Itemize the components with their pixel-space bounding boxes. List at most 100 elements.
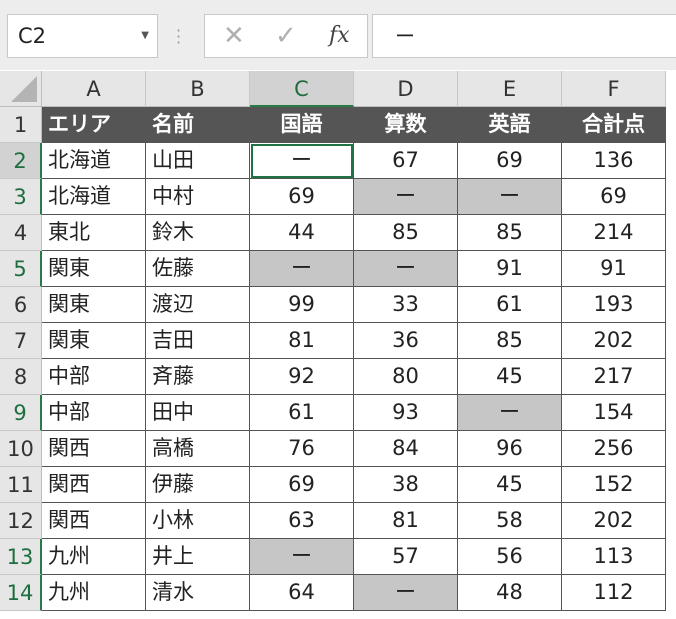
table-cell[interactable]: ー xyxy=(250,143,354,179)
row-header-10[interactable]: 10 xyxy=(0,431,42,467)
name-box[interactable]: C2 ▼ xyxy=(7,14,158,58)
table-cell[interactable]: 56 xyxy=(458,539,562,575)
table-cell[interactable]: 202 xyxy=(562,323,666,359)
row-header-7[interactable]: 7 xyxy=(0,323,42,359)
row-header-8[interactable]: 8 xyxy=(0,359,42,395)
column-header-b[interactable]: B xyxy=(146,71,250,107)
table-cell[interactable]: 吉田 xyxy=(146,323,250,359)
table-header-cell[interactable]: エリア xyxy=(42,107,146,143)
formula-input[interactable]: ー xyxy=(372,14,676,58)
table-cell[interactable]: 九州 xyxy=(42,539,146,575)
table-cell[interactable]: ー xyxy=(458,179,562,215)
row-header-5[interactable]: 5 xyxy=(0,251,42,287)
table-cell[interactable]: 渡辺 xyxy=(146,287,250,323)
row-header-11[interactable]: 11 xyxy=(0,467,42,503)
table-cell[interactable]: 69 xyxy=(458,143,562,179)
table-cell[interactable]: 91 xyxy=(458,251,562,287)
table-cell[interactable]: ー xyxy=(250,539,354,575)
table-cell[interactable]: 57 xyxy=(354,539,458,575)
select-all-button[interactable] xyxy=(0,71,42,107)
table-cell[interactable]: 45 xyxy=(458,359,562,395)
table-cell[interactable]: 92 xyxy=(250,359,354,395)
table-cell[interactable]: 伊藤 xyxy=(146,467,250,503)
table-header-cell[interactable]: 国語 xyxy=(250,107,354,143)
table-cell[interactable]: 44 xyxy=(250,215,354,251)
table-cell[interactable]: 85 xyxy=(458,323,562,359)
table-cell[interactable]: 154 xyxy=(562,395,666,431)
table-cell[interactable]: 関東 xyxy=(42,287,146,323)
table-cell[interactable]: 関西 xyxy=(42,503,146,539)
table-cell[interactable]: 48 xyxy=(458,575,562,611)
table-cell[interactable]: 81 xyxy=(250,323,354,359)
table-cell[interactable]: 113 xyxy=(562,539,666,575)
table-cell[interactable]: 中部 xyxy=(42,395,146,431)
chevron-down-icon[interactable]: ▼ xyxy=(141,15,149,57)
table-cell[interactable]: 136 xyxy=(562,143,666,179)
table-cell[interactable]: 関東 xyxy=(42,323,146,359)
table-cell[interactable]: 33 xyxy=(354,287,458,323)
table-cell[interactable]: 45 xyxy=(458,467,562,503)
table-header-cell[interactable]: 合計点 xyxy=(562,107,666,143)
table-cell[interactable]: 井上 xyxy=(146,539,250,575)
table-cell[interactable]: 鈴木 xyxy=(146,215,250,251)
column-header-f[interactable]: F xyxy=(562,71,666,107)
table-cell[interactable]: 69 xyxy=(562,179,666,215)
table-cell[interactable]: 中村 xyxy=(146,179,250,215)
table-cell[interactable]: 69 xyxy=(250,467,354,503)
table-cell[interactable]: 高橋 xyxy=(146,431,250,467)
table-cell[interactable]: 佐藤 xyxy=(146,251,250,287)
table-cell[interactable]: 山田 xyxy=(146,143,250,179)
table-cell[interactable]: ー xyxy=(250,251,354,287)
table-cell[interactable]: 小林 xyxy=(146,503,250,539)
row-header-1[interactable]: 1 xyxy=(0,107,42,143)
check-icon[interactable]: ✓ xyxy=(275,21,297,51)
table-cell[interactable]: 北海道 xyxy=(42,143,146,179)
table-header-cell[interactable]: 名前 xyxy=(146,107,250,143)
table-cell[interactable]: 93 xyxy=(354,395,458,431)
row-header-12[interactable]: 12 xyxy=(0,503,42,539)
table-cell[interactable]: 九州 xyxy=(42,575,146,611)
table-cell[interactable]: 193 xyxy=(562,287,666,323)
table-cell[interactable]: 67 xyxy=(354,143,458,179)
table-cell[interactable]: 96 xyxy=(458,431,562,467)
table-cell[interactable]: 38 xyxy=(354,467,458,503)
table-cell[interactable]: 69 xyxy=(250,179,354,215)
table-cell[interactable]: 76 xyxy=(250,431,354,467)
table-cell[interactable]: 関西 xyxy=(42,431,146,467)
row-header-3[interactable]: 3 xyxy=(0,179,42,215)
table-cell[interactable]: 関西 xyxy=(42,467,146,503)
row-header-14[interactable]: 14 xyxy=(0,575,42,611)
table-cell[interactable]: 256 xyxy=(562,431,666,467)
row-header-2[interactable]: 2 xyxy=(0,143,42,179)
row-header-9[interactable]: 9 xyxy=(0,395,42,431)
table-cell[interactable]: 61 xyxy=(458,287,562,323)
table-cell[interactable]: 80 xyxy=(354,359,458,395)
table-cell[interactable]: 112 xyxy=(562,575,666,611)
table-cell[interactable]: 関東 xyxy=(42,251,146,287)
table-cell[interactable]: ー xyxy=(458,395,562,431)
table-cell[interactable]: 85 xyxy=(354,215,458,251)
column-header-a[interactable]: A xyxy=(42,71,146,107)
table-cell[interactable]: 99 xyxy=(250,287,354,323)
table-cell[interactable]: 中部 xyxy=(42,359,146,395)
table-cell[interactable]: ー xyxy=(354,575,458,611)
table-cell[interactable]: 85 xyxy=(458,215,562,251)
table-header-cell[interactable]: 算数 xyxy=(354,107,458,143)
table-header-cell[interactable]: 英語 xyxy=(458,107,562,143)
column-header-c[interactable]: C xyxy=(250,71,354,107)
row-header-4[interactable]: 4 xyxy=(0,215,42,251)
column-header-e[interactable]: E xyxy=(458,71,562,107)
fx-icon[interactable]: fx xyxy=(329,21,350,51)
column-header-d[interactable]: D xyxy=(354,71,458,107)
table-cell[interactable]: ー xyxy=(354,179,458,215)
table-cell[interactable]: 217 xyxy=(562,359,666,395)
table-cell[interactable]: ー xyxy=(354,251,458,287)
cancel-icon[interactable]: ✕ xyxy=(223,21,245,51)
row-header-6[interactable]: 6 xyxy=(0,287,42,323)
table-cell[interactable]: 清水 xyxy=(146,575,250,611)
table-cell[interactable]: 202 xyxy=(562,503,666,539)
table-cell[interactable]: 58 xyxy=(458,503,562,539)
table-cell[interactable]: 91 xyxy=(562,251,666,287)
table-cell[interactable]: 斉藤 xyxy=(146,359,250,395)
table-cell[interactable]: 63 xyxy=(250,503,354,539)
